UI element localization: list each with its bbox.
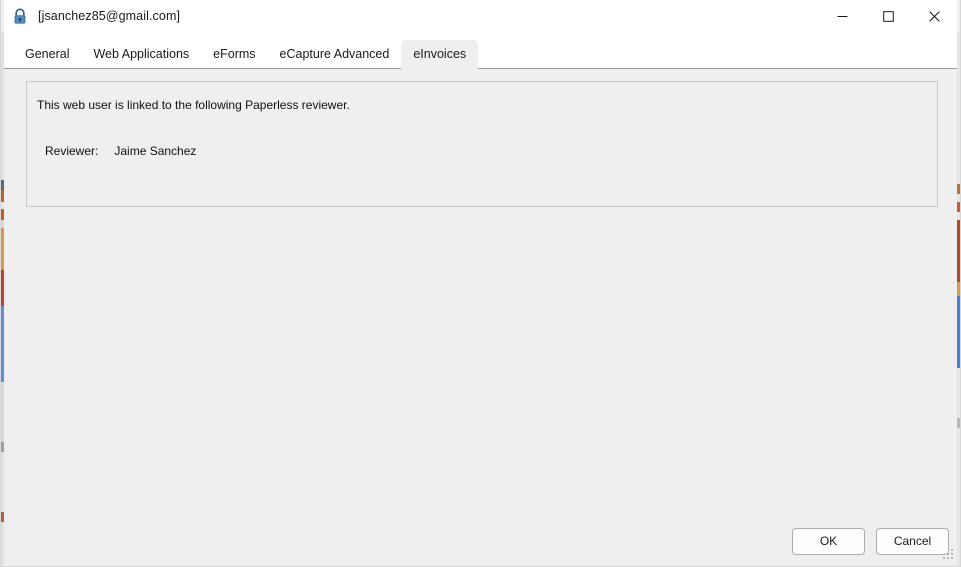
tab-eforms[interactable]: eForms	[201, 40, 267, 68]
background-strip-segment	[957, 428, 961, 567]
close-icon	[928, 10, 940, 22]
background-strip-segment	[957, 32, 961, 184]
reviewer-field: Reviewer: Jaime Sanchez	[45, 144, 196, 158]
background-app-strip-right	[957, 0, 961, 567]
background-strip-segment	[957, 368, 961, 418]
background-strip-segment	[957, 418, 961, 428]
resize-grip[interactable]	[942, 548, 955, 561]
background-strip-segment	[957, 184, 961, 194]
tab-general[interactable]: General	[13, 40, 81, 68]
panel-description: This web user is linked to the following…	[37, 98, 350, 112]
reviewer-value: Jaime Sanchez	[114, 144, 197, 158]
background-strip-segment	[957, 282, 961, 296]
cancel-button[interactable]: Cancel	[876, 528, 949, 555]
dialog-window: [jsanchez85@gmail.com] General Web Appli…	[0, 0, 961, 567]
tab-einvoices[interactable]: eInvoices	[401, 40, 479, 68]
tab-web-applications[interactable]: Web Applications	[81, 40, 201, 68]
maximize-icon	[882, 10, 894, 22]
tab-content-einvoices: This web user is linked to the following…	[4, 69, 957, 563]
ok-button[interactable]: OK	[792, 528, 865, 555]
window-controls	[819, 0, 957, 32]
tab-strip: General Web Applications eForms eCapture…	[4, 32, 957, 69]
window-title: [jsanchez85@gmail.com]	[38, 9, 181, 23]
reviewer-label: Reviewer:	[45, 144, 99, 158]
background-strip-segment	[957, 194, 961, 202]
minimize-icon	[837, 15, 847, 17]
maximize-button[interactable]	[865, 0, 911, 32]
lock-icon	[14, 7, 26, 24]
background-strip-segment	[957, 212, 961, 220]
dialog-footer: OK Cancel	[792, 528, 949, 555]
background-strip-segment	[957, 220, 961, 282]
minimize-button[interactable]	[819, 0, 865, 32]
reviewer-panel: This web user is linked to the following…	[26, 81, 938, 207]
close-button[interactable]	[911, 0, 957, 32]
title-bar[interactable]: [jsanchez85@gmail.com]	[4, 0, 957, 32]
background-strip-segment	[957, 296, 961, 368]
tab-ecapture-advanced[interactable]: eCapture Advanced	[268, 40, 402, 68]
background-strip-segment	[957, 202, 961, 212]
tab-list: General Web Applications eForms eCapture…	[13, 32, 479, 68]
